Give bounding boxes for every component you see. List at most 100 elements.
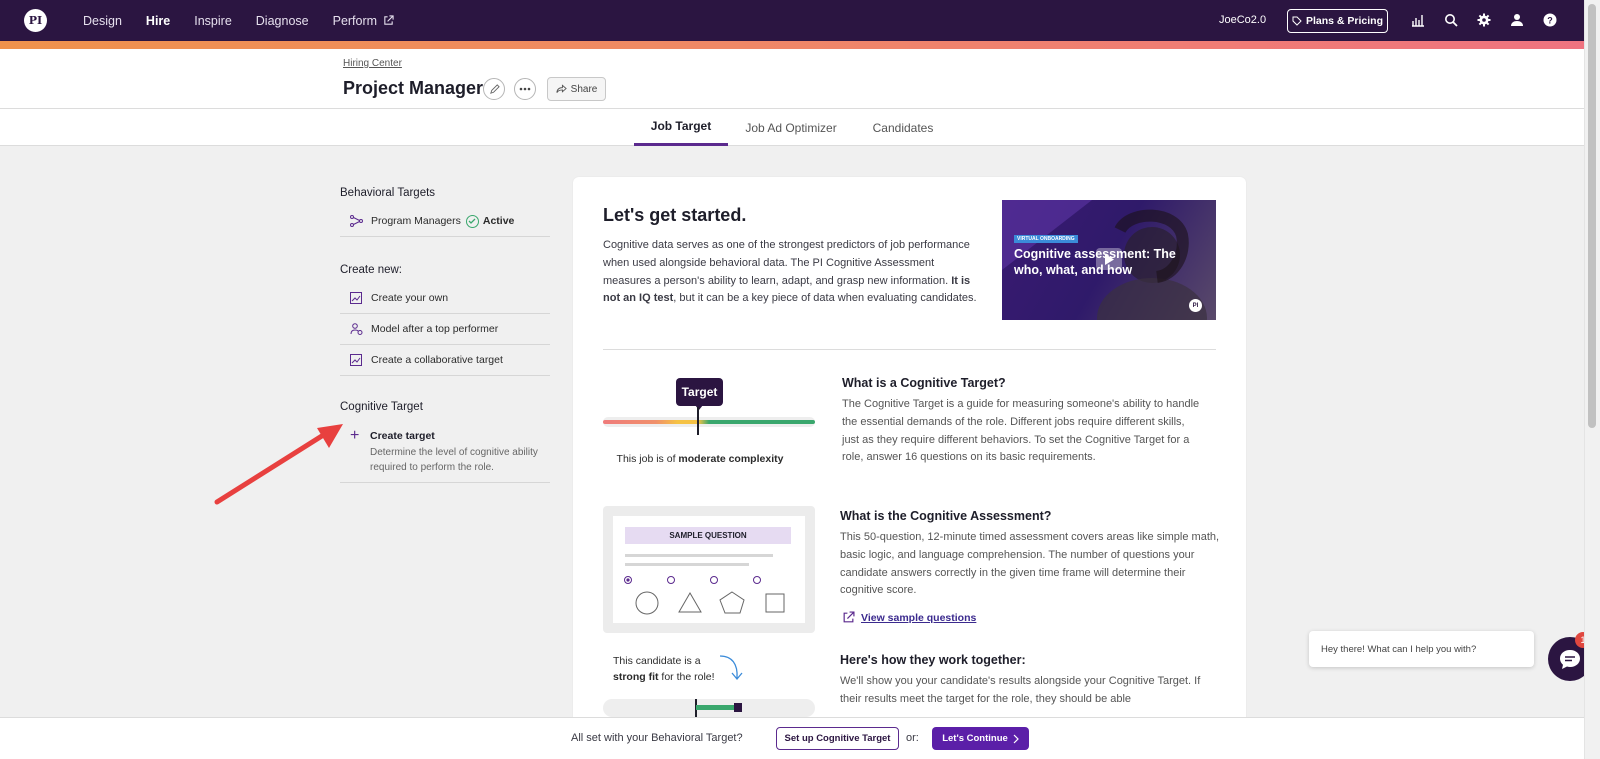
edit-button[interactable] — [483, 78, 505, 100]
sample-line — [625, 563, 749, 566]
behavioral-target-item[interactable]: Program Managers Active — [340, 206, 550, 237]
help-icon[interactable]: ? — [1541, 11, 1559, 29]
breadcrumb-hiring-center[interactable]: Hiring Center — [343, 58, 402, 69]
cognitive-target-heading: Cognitive Target — [340, 401, 423, 413]
brand-gradient-bar — [0, 41, 1584, 49]
bottom-prompt: All set with your Behavioral Target? — [571, 732, 743, 744]
create-target-description: Determine the level of cognitive ability… — [370, 447, 538, 473]
fit-part2: for the role! — [658, 671, 715, 683]
model-top-performer-label: Model after a top performer — [371, 323, 499, 335]
gear-icon[interactable] — [1475, 11, 1493, 29]
page-title: Project Manager — [343, 78, 484, 98]
top-nav: PI Design Hire Inspire Diagnose Perform … — [0, 0, 1584, 41]
nav-design[interactable]: Design — [83, 14, 122, 28]
curved-arrow-icon — [719, 655, 743, 681]
create-your-own-label: Create your own — [371, 292, 449, 304]
external-link-icon — [843, 611, 855, 623]
create-new-heading: Create new: — [340, 264, 403, 276]
behavioral-target-status: Active — [482, 215, 515, 227]
pi-logo[interactable]: PI — [24, 9, 47, 32]
nav-diagnose[interactable]: Diagnose — [256, 14, 309, 28]
sample-questions-link[interactable]: View sample questions — [842, 611, 976, 624]
behavioral-target-name: Program Managers — [371, 215, 461, 227]
sample-question-illustration: SAMPLE QUESTION — [603, 506, 815, 633]
setup-cognitive-target-button[interactable]: Set up Cognitive Target — [776, 727, 899, 750]
q1-text: The Cognitive Target is a guide for meas… — [842, 398, 1200, 464]
fit-part1: This candidate is a — [613, 655, 701, 667]
intro-card: Let's get started. Cognitive data serves… — [573, 177, 1246, 737]
chevron-right-icon — [1013, 734, 1019, 743]
search-icon[interactable] — [1442, 11, 1460, 29]
nav-inspire[interactable]: Inspire — [194, 14, 232, 28]
fit-bold: strong fit — [613, 671, 659, 683]
target-marker — [697, 407, 699, 435]
org-name[interactable]: JoeCo2.0 — [1219, 14, 1266, 26]
intro-text-part2: , but it can be a key piece of data when… — [673, 292, 977, 305]
plans-pricing-button[interactable]: Plans & Pricing — [1287, 9, 1388, 33]
page-header: Hiring Center Project Manager Share — [0, 49, 1584, 109]
complexity-range-fill — [603, 420, 815, 424]
video-pi-logo: PI — [1189, 299, 1202, 312]
section-divider — [603, 349, 1216, 350]
chat-icon — [1560, 650, 1580, 669]
plans-pricing-label: Plans & Pricing — [1305, 15, 1384, 27]
intro-text: Cognitive data serves as one of the stro… — [603, 237, 983, 308]
q3-text: We'll show you your candidate's results … — [840, 675, 1201, 705]
sample-questions-link-text: View sample questions — [861, 611, 977, 624]
create-your-own-item[interactable]: Create your own — [340, 283, 550, 314]
svg-text:?: ? — [1547, 16, 1553, 26]
intro-title: Let's get started. — [603, 205, 747, 225]
tab-bar: Job Target Job Ad Optimizer Candidates — [0, 109, 1584, 146]
external-link-icon — [384, 15, 394, 25]
nav-perform[interactable]: Perform — [333, 14, 394, 28]
sample-line — [625, 554, 773, 557]
nav-perform-label: Perform — [332, 13, 378, 28]
pencil-icon — [489, 83, 500, 94]
intro-text-part1: Cognitive data serves as one of the stro… — [603, 239, 970, 287]
collaborative-target-label: Create a collaborative target — [371, 354, 503, 366]
tab-job-ad-optimizer[interactable]: Job Ad Optimizer — [736, 109, 846, 146]
person-star-icon — [349, 322, 363, 336]
user-icon[interactable] — [1508, 11, 1526, 29]
bottom-action-bar: All set with your Behavioral Target? Set… — [0, 717, 1584, 759]
complexity-bold: moderate complexity — [678, 453, 784, 465]
complexity-range-bar — [603, 417, 815, 427]
video-badge: VIRTUAL ONBOARDING — [1014, 235, 1078, 243]
model-top-performer-item[interactable]: Model after a top performer — [340, 314, 550, 345]
share-button[interactable]: Share — [547, 77, 606, 101]
play-icon[interactable] — [1096, 248, 1122, 270]
complexity-part1: This job is of — [616, 453, 679, 465]
scrollbar-thumb[interactable] — [1588, 4, 1596, 428]
annotation-arrow-icon — [214, 424, 343, 505]
q2-title: What is the Cognitive Assessment? — [840, 509, 1052, 523]
chat-greeting[interactable]: Hey there! What can I help you with? — [1309, 631, 1534, 667]
bottom-or: or: — [906, 732, 919, 744]
chart-doc-icon — [349, 291, 363, 305]
lets-continue-button[interactable]: Let's Continue — [932, 727, 1029, 750]
behavioral-targets-heading: Behavioral Targets — [340, 187, 436, 199]
sample-question-card: SAMPLE QUESTION — [613, 516, 805, 623]
nav-links: Design Hire Inspire Diagnose Perform — [83, 0, 418, 41]
video-thumbnail[interactable]: VIRTUAL ONBOARDING Cognitive assessment:… — [1002, 200, 1216, 320]
share-icon — [556, 84, 567, 93]
ellipsis-icon — [519, 87, 531, 91]
fit-range-bar — [603, 699, 815, 717]
answer-shapes — [624, 576, 785, 615]
sample-question-label: SAMPLE QUESTION — [625, 527, 791, 544]
nav-hire[interactable]: Hire — [146, 14, 170, 28]
plus-icon: + — [350, 427, 360, 444]
more-options-button[interactable] — [514, 78, 536, 100]
tab-job-target[interactable]: Job Target — [634, 109, 728, 146]
lets-continue-label: Let's Continue — [942, 733, 1008, 744]
page-scrollbar[interactable] — [1584, 0, 1600, 759]
fit-range-graphic — [695, 699, 742, 717]
collaborative-target-item[interactable]: Create a collaborative target — [340, 345, 550, 376]
create-target-item[interactable]: + Create target Determine the level of c… — [340, 427, 550, 483]
q3-title: Here's how they work together: — [840, 653, 1026, 667]
share-label: Share — [570, 83, 598, 95]
analytics-icon[interactable] — [1409, 11, 1427, 29]
q1-title: What is a Cognitive Target? — [842, 376, 1006, 390]
check-circle-icon — [465, 214, 479, 228]
tab-candidates[interactable]: Candidates — [864, 109, 942, 146]
pattern-icon — [349, 214, 363, 228]
